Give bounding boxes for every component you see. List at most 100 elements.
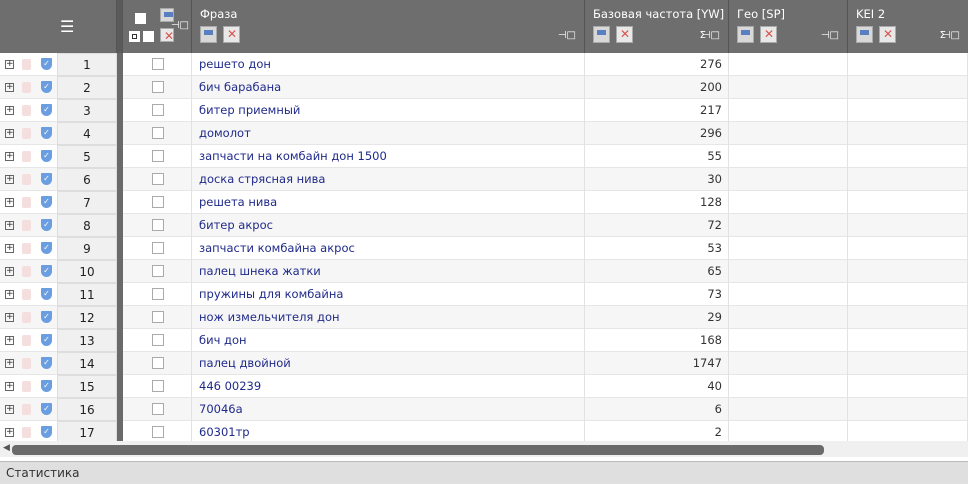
phrase-cell[interactable]: бич дон [192,329,585,352]
lock-icon[interactable] [22,335,31,346]
expand-icon[interactable]: + [5,152,14,161]
table-row[interactable]: + ✓ 6 доска стрясная нива 30 [0,168,968,191]
row-checkbox[interactable] [152,219,164,231]
frequency-cell[interactable]: 6 [585,398,729,421]
phrase-cell[interactable]: 70046а [192,398,585,421]
frequency-cell[interactable]: 1747 [585,352,729,375]
geo-cell[interactable] [729,122,848,145]
expand-icon[interactable]: + [5,198,14,207]
geo-cell[interactable] [729,53,848,76]
table-row[interactable]: + ✓ 3 битер приемный 217 [0,99,968,122]
kei-cell[interactable] [848,306,968,329]
shield-icon[interactable]: ✓ [41,380,52,392]
clear-filter-icon[interactable] [223,26,240,43]
table-row[interactable]: + ✓ 1 решето дон 276 [0,53,968,76]
lock-icon[interactable] [22,197,31,208]
expand-icon[interactable]: + [5,290,14,299]
phrase-cell[interactable]: решето дон [192,53,585,76]
kei-cell[interactable] [848,329,968,352]
geo-cell[interactable] [729,237,848,260]
kei-cell[interactable] [848,421,968,441]
shield-icon[interactable]: ✓ [41,58,52,70]
shield-icon[interactable]: ✓ [41,357,52,369]
expand-icon[interactable]: + [5,60,14,69]
geo-cell[interactable] [729,398,848,421]
phrase-cell[interactable]: палец двойной [192,352,585,375]
kei-cell[interactable] [848,398,968,421]
column-header-frequency[interactable]: Базовая частота [YW] Σ ⊣□ [585,0,729,53]
clear-filter-icon[interactable] [760,26,777,43]
frequency-cell[interactable]: 276 [585,53,729,76]
table-row[interactable]: + ✓ 15 446 00239 40 [0,375,968,398]
geo-cell[interactable] [729,99,848,122]
expand-icon[interactable]: + [5,83,14,92]
clear-filter-icon[interactable] [616,26,633,43]
expand-icon[interactable]: + [5,129,14,138]
row-checkbox[interactable] [152,403,164,415]
kei-cell[interactable] [848,99,968,122]
lock-icon[interactable] [22,243,31,254]
frequency-cell[interactable]: 128 [585,191,729,214]
frequency-cell[interactable]: 296 [585,122,729,145]
expand-icon[interactable]: + [5,221,14,230]
row-checkbox[interactable] [152,242,164,254]
shield-icon[interactable]: ✓ [41,196,52,208]
scroll-left-icon[interactable]: ◀ [3,443,10,453]
table-row[interactable]: + ✓ 17 60301тр 2 [0,421,968,441]
geo-cell[interactable] [729,421,848,441]
phrase-cell[interactable]: доска стрясная нива [192,168,585,191]
phrase-cell[interactable]: бич барабана [192,76,585,99]
row-checkbox[interactable] [152,265,164,277]
expand-icon[interactable]: + [5,175,14,184]
frequency-cell[interactable]: 55 [585,145,729,168]
expand-icon[interactable]: + [5,267,14,276]
shield-icon[interactable]: ✓ [41,288,52,300]
lock-icon[interactable] [22,151,31,162]
lock-icon[interactable] [22,220,31,231]
phrase-cell[interactable]: 446 00239 [192,375,585,398]
lock-icon[interactable] [22,404,31,415]
kei-cell[interactable] [848,145,968,168]
table-row[interactable]: + ✓ 5 запчасти на комбайн дон 1500 55 [0,145,968,168]
pin-icon[interactable]: ⊣□ [171,20,189,31]
kei-cell[interactable] [848,191,968,214]
lock-icon[interactable] [22,266,31,277]
phrase-cell[interactable]: битер акрос [192,214,585,237]
select-all-checkbox[interactable] [135,13,146,24]
row-checkbox[interactable] [152,81,164,93]
lock-icon[interactable] [22,174,31,185]
phrase-cell[interactable]: пружины для комбайна [192,283,585,306]
row-checkbox[interactable] [152,150,164,162]
shield-icon[interactable]: ✓ [41,334,52,346]
lock-icon[interactable] [22,381,31,392]
column-header-geo[interactable]: Гео [SP] ⊣□ [729,0,848,53]
frequency-cell[interactable]: 65 [585,260,729,283]
frequency-cell[interactable]: 53 [585,237,729,260]
expand-icon[interactable]: + [5,106,14,115]
row-checkbox[interactable] [152,173,164,185]
expand-icon[interactable]: + [5,359,14,368]
geo-cell[interactable] [729,145,848,168]
geo-cell[interactable] [729,260,848,283]
geo-cell[interactable] [729,329,848,352]
filter-icon[interactable] [593,26,610,43]
pin-icon[interactable]: ⊣□ [821,30,839,41]
kei-cell[interactable] [848,352,968,375]
geo-cell[interactable] [729,76,848,99]
phrase-cell[interactable]: запчасти комбайна акрос [192,237,585,260]
row-checkbox[interactable] [152,380,164,392]
frequency-cell[interactable]: 29 [585,306,729,329]
lock-icon[interactable] [22,59,31,70]
shield-icon[interactable]: ✓ [41,127,52,139]
row-checkbox[interactable] [152,196,164,208]
shield-icon[interactable]: ✓ [41,81,52,93]
frequency-cell[interactable]: 40 [585,375,729,398]
row-checkbox[interactable] [152,426,164,438]
kei-cell[interactable] [848,237,968,260]
table-row[interactable]: + ✓ 14 палец двойной 1747 [0,352,968,375]
geo-cell[interactable] [729,306,848,329]
lock-icon[interactable] [22,289,31,300]
filter-icon[interactable] [856,26,873,43]
frequency-cell[interactable]: 200 [585,76,729,99]
select-zero-icon[interactable] [143,31,154,42]
